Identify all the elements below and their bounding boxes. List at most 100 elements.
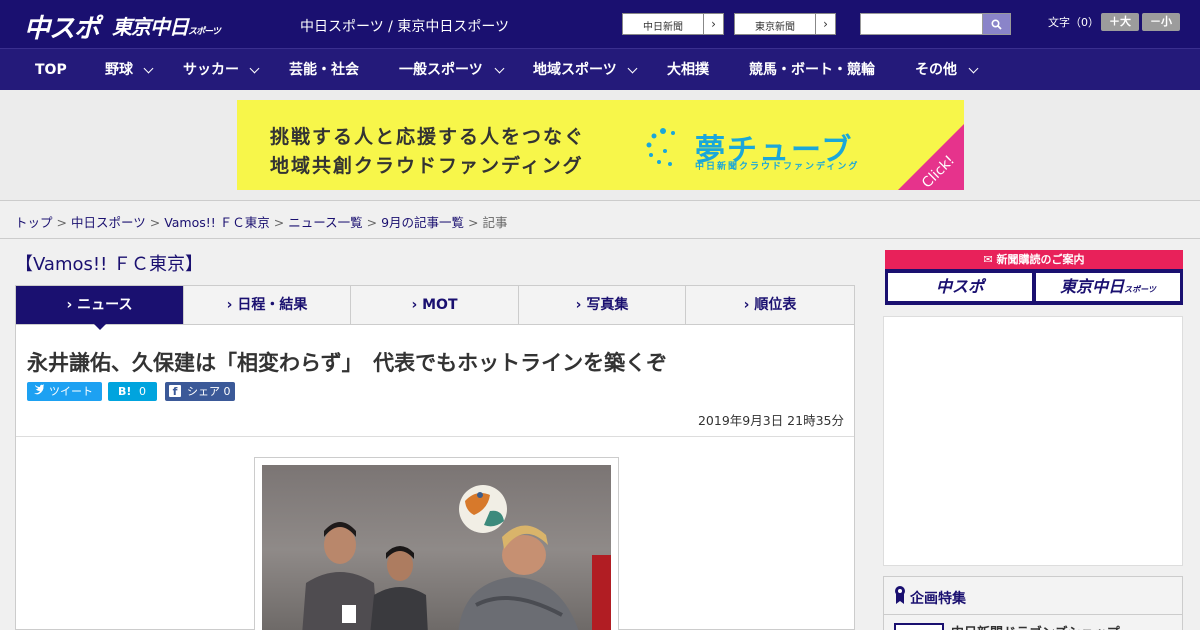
breadcrumb-link-top[interactable]: トップ <box>15 215 53 230</box>
font-smaller-button[interactable]: －小 <box>1142 13 1180 31</box>
font-size-label: 文字（0） <box>1048 16 1099 29</box>
banner-line1: 挑戦する人と応援する人をつなぐ <box>270 126 586 148</box>
subscription-box: ✉ 新聞購読のご案内 中スポ 東京中日スポーツ <box>885 250 1183 305</box>
banner-area: 挑戦する人と応援する人をつなぐ 地域共創クラウドファンディング 夢チューブ 中日… <box>0 90 1200 200</box>
chevron-down-icon <box>627 63 638 74</box>
nav-item-soccer[interactable]: サッカー <box>183 49 260 91</box>
feature-item-dragons-shop[interactable]: 中日新聞ドラゴンズショップ <box>951 622 1120 630</box>
facebook-share-button[interactable]: f シェア 0 <box>165 382 235 401</box>
article-card: 永井謙佑、久保建は「相変わらず」 代表でもホットラインを築くぞ ツイート B! … <box>15 325 855 630</box>
nav-item-local-sports[interactable]: 地域スポーツ <box>533 49 638 91</box>
nav-item-top[interactable]: TOP <box>35 49 67 91</box>
breadcrumb-link-september[interactable]: 9月の記事一覧 <box>381 215 464 230</box>
nav-item-others[interactable]: その他 <box>915 49 979 91</box>
section-tabs: › ニュース › 日程・結果 › MOT › 写真集 › 順位表 <box>15 285 855 325</box>
breadcrumb: トップ > 中日スポーツ > Vamos!! ＦＣ東京 > ニュース一覧 > 9… <box>0 200 1200 239</box>
subscribe-tokyo-button[interactable]: 東京中日スポーツ <box>1036 273 1180 301</box>
facebook-count: 0 <box>223 385 231 398</box>
nav-label: TOP <box>35 62 67 78</box>
site-header: 中スポ 東京中日スポーツ 中日スポーツ / 東京中日スポーツ 中日新聞 › 東京… <box>0 0 1200 48</box>
breadcrumb-sep: > <box>468 215 479 230</box>
banner-brand-sub: 中日新聞クラウドファンディング <box>695 162 860 172</box>
nav-label: 競馬・ボート・競輪 <box>749 62 875 78</box>
font-larger-button[interactable]: ＋大 <box>1101 13 1139 31</box>
nav-label: 野球 <box>105 62 133 78</box>
facebook-share-label: シェア <box>187 385 220 398</box>
nav-label: 芸能・社会 <box>289 62 359 78</box>
article-date: 2019年9月3日 21時35分 <box>697 413 844 428</box>
chevron-right-icon: › <box>226 297 233 313</box>
chevron-right-icon: › <box>575 297 582 313</box>
search-input[interactable] <box>860 13 984 35</box>
tab-label: ニュース <box>77 297 133 313</box>
nav-label: 大相撲 <box>667 62 709 78</box>
chunichi-shimbun-button[interactable]: 中日新聞 › <box>622 13 724 35</box>
tab-label: 順位表 <box>754 297 797 313</box>
tokyo-chunichi-logo[interactable]: 東京中日スポーツ <box>112 11 221 40</box>
tokyo-logo-text: 東京中日 <box>112 15 189 39</box>
tokyo-shimbun-button[interactable]: 東京新聞 › <box>734 13 836 35</box>
nav-item-entertainment[interactable]: 芸能・社会 <box>289 49 359 91</box>
tab-photos[interactable]: › 写真集 <box>519 286 686 324</box>
breadcrumb-link-news-list[interactable]: ニュース一覧 <box>288 215 362 230</box>
site-title: 中日スポーツ / 東京中日スポーツ <box>300 19 510 35</box>
nav-label: 地域スポーツ <box>533 62 617 78</box>
active-tab-pointer <box>92 322 108 330</box>
breadcrumb-sep: > <box>56 215 67 230</box>
ad-slot[interactable] <box>883 316 1183 566</box>
chevron-right-icon: › <box>743 297 750 313</box>
breadcrumb-sep: > <box>273 215 285 230</box>
nav-item-general-sports[interactable]: 一般スポーツ <box>399 49 505 91</box>
chevron-right-icon: › <box>815 14 835 34</box>
yume-tube-banner[interactable]: 挑戦する人と応援する人をつなぐ 地域共創クラウドファンディング 夢チューブ 中日… <box>237 100 964 190</box>
tab-label: MOT <box>422 297 458 313</box>
chuspo-logo[interactable]: 中スポ <box>24 8 100 45</box>
chevron-down-icon <box>143 63 154 74</box>
tweet-button[interactable]: ツイート <box>27 382 102 401</box>
tweet-label: ツイート <box>49 385 93 398</box>
hatena-icon: B! <box>118 385 132 398</box>
nav-item-sumo[interactable]: 大相撲 <box>667 49 709 91</box>
article-photo-frame <box>254 457 619 630</box>
nav-label: その他 <box>915 62 957 78</box>
tokyo-logo-small: スポーツ <box>188 27 221 37</box>
nav-item-baseball[interactable]: 野球 <box>105 49 154 91</box>
tab-news[interactable]: › ニュース <box>16 286 184 324</box>
article-photo[interactable] <box>262 465 611 630</box>
breadcrumb-link-vamos[interactable]: Vamos!! ＦＣ東京 <box>164 215 270 230</box>
award-icon <box>895 586 905 604</box>
tab-standings[interactable]: › 順位表 <box>686 286 854 324</box>
banner-line2: 地域共創クラウドファンディング <box>270 155 584 177</box>
subscribe-chuspo-button[interactable]: 中スポ <box>888 273 1032 301</box>
tab-label: 日程・結果 <box>237 297 308 313</box>
main-nav: TOP 野球 サッカー 芸能・社会 一般スポーツ 地域スポーツ 大相撲 競馬・ボ… <box>0 48 1200 90</box>
hatena-count: 0 <box>139 385 146 398</box>
feature-box: 企画特集 中日新聞ドラゴンズショップ <box>883 576 1183 630</box>
tab-schedule[interactable]: › 日程・結果 <box>184 286 351 324</box>
facebook-icon: f <box>169 385 181 398</box>
nav-label: 一般スポーツ <box>399 62 483 78</box>
subscription-title-label: 新聞購読のご案内 <box>996 253 1085 266</box>
paper-button-label: 中日新聞 <box>643 22 683 33</box>
chevron-down-icon <box>968 63 979 74</box>
subscribe-tokyo-label: 東京中日 <box>1060 277 1125 296</box>
twitter-icon <box>34 384 44 395</box>
nav-item-racing[interactable]: 競馬・ボート・競輪 <box>749 49 875 91</box>
tab-mot[interactable]: › MOT <box>351 286 519 324</box>
tab-label: 写真集 <box>586 297 629 313</box>
subscription-title[interactable]: ✉ 新聞購読のご案内 <box>885 250 1183 269</box>
nav-label: サッカー <box>183 62 239 78</box>
divider <box>884 614 1182 615</box>
search-button[interactable] <box>982 13 1011 35</box>
breadcrumb-sep: > <box>366 215 378 230</box>
chevron-right-icon: › <box>66 297 73 313</box>
feature-title: 企画特集 <box>910 591 966 607</box>
paper-button-label: 東京新聞 <box>755 22 795 33</box>
feature-thumbnail[interactable] <box>894 623 944 630</box>
hatena-button[interactable]: B! 0 <box>108 382 157 401</box>
soccer-training-photo <box>262 465 611 630</box>
chevron-down-icon <box>249 63 260 74</box>
subscribe-tokyo-small: スポーツ <box>1124 285 1156 294</box>
article-title: 永井謙佑、久保建は「相変わらず」 代表でもホットラインを築くぞ <box>27 351 668 375</box>
breadcrumb-link-chuspo[interactable]: 中日スポーツ <box>71 215 146 230</box>
